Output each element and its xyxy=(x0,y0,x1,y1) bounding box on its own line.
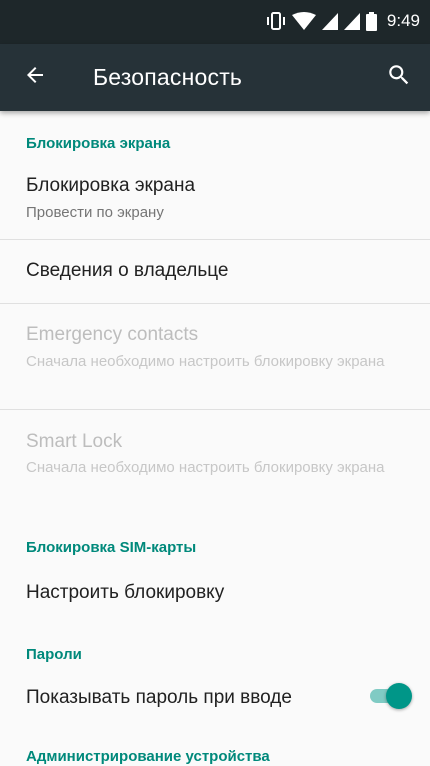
page-title: Безопасность xyxy=(93,64,243,90)
signal-icon xyxy=(343,12,360,30)
status-bar: 9:49 xyxy=(0,0,430,44)
item-summary: Сначала необходимо настроить блокировку … xyxy=(26,353,385,370)
show-password-toggle[interactable] xyxy=(370,683,412,709)
category-passwords: Пароли xyxy=(26,646,82,663)
item-title: Блокировка экрана xyxy=(26,175,196,196)
battery-icon xyxy=(365,11,377,31)
status-icons: 9:49 xyxy=(266,10,420,32)
item-summary: Сначала необходимо настроить блокировку … xyxy=(26,459,385,476)
item-title: Показывать пароль при вводе xyxy=(26,687,292,708)
item-title: Сведения о владельце xyxy=(26,260,229,281)
wifi-icon xyxy=(291,12,316,30)
arrow-back-icon xyxy=(23,63,47,92)
owner-info-item[interactable]: Сведения о владельце xyxy=(0,240,430,302)
item-summary: Провести по экрану xyxy=(26,204,164,221)
emergency-contacts-item: Emergency contacts Сначала необходимо на… xyxy=(0,304,430,409)
back-button[interactable] xyxy=(12,54,58,100)
category-sim-lock: Блокировка SIM-карты xyxy=(26,539,197,556)
toggle-thumb xyxy=(386,683,412,709)
status-time: 9:49 xyxy=(386,11,420,30)
screen-lock-item[interactable]: Блокировка экрана Провести по экрану xyxy=(0,163,430,239)
smart-lock-item: Smart Lock Сначала необходимо настроить … xyxy=(0,410,430,515)
item-title: Emergency contacts xyxy=(26,324,199,345)
item-title: Настроить блокировку xyxy=(26,582,225,603)
show-password-item[interactable]: Показывать пароль при вводе xyxy=(0,671,430,723)
search-icon xyxy=(386,62,412,93)
category-device-admin: Администрирование устройства xyxy=(26,748,270,765)
signal-icon xyxy=(321,12,338,30)
category-screen-lock: Блокировка экрана xyxy=(26,135,171,152)
search-button[interactable] xyxy=(376,54,422,100)
sim-lock-setup-item[interactable]: Настроить блокировку xyxy=(0,567,430,623)
vibrate-icon xyxy=(266,12,286,30)
app-bar: Безопасность xyxy=(0,44,430,111)
item-title: Smart Lock xyxy=(26,431,123,452)
